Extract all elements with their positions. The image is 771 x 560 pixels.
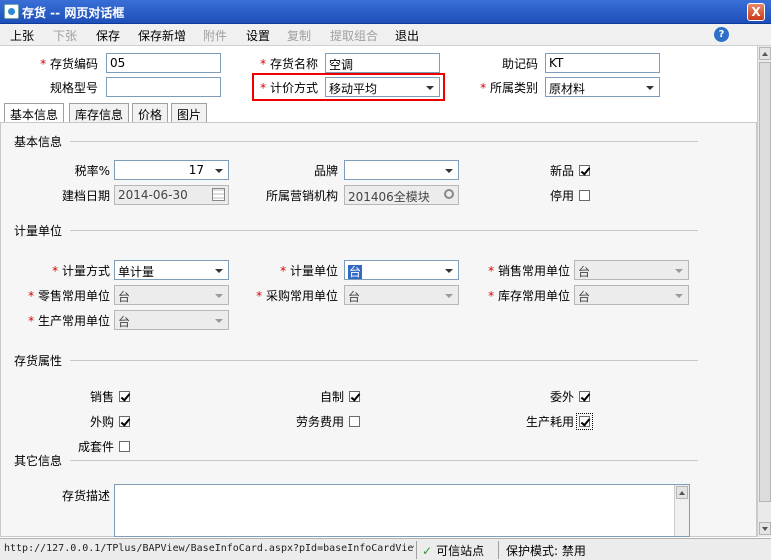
- category-select[interactable]: 原材料: [545, 77, 660, 97]
- chevron-down-icon: [215, 319, 223, 323]
- unit-label: * 计量单位: [280, 264, 338, 278]
- tax-select[interactable]: 17: [114, 160, 229, 180]
- chevron-down-icon: [215, 269, 223, 273]
- mnemonic-input[interactable]: KT: [545, 53, 660, 73]
- brand-select[interactable]: [344, 160, 459, 180]
- spec-input[interactable]: [106, 77, 221, 97]
- org-input[interactable]: 201406全模块: [344, 185, 459, 205]
- sale-unit-select[interactable]: 台: [574, 260, 689, 280]
- production-unit-select[interactable]: 台: [114, 310, 229, 330]
- mnemonic-label: 助记码: [501, 57, 538, 71]
- scroll-thumb[interactable]: [759, 62, 771, 502]
- toolbar: 上张 下张 保存 保存新增 附件 设置 复制 提取组合 退出 ?: [0, 24, 771, 46]
- spec-label: 规格型号: [49, 81, 98, 95]
- date-input[interactable]: 2014-06-30: [114, 185, 229, 205]
- brand-label: 品牌: [313, 164, 338, 178]
- tax-label: 税率%: [74, 164, 110, 178]
- desc-label: 存货描述: [61, 489, 110, 503]
- sale-unit-label: * 销售常用单位: [488, 264, 570, 278]
- chevron-down-icon: [646, 86, 654, 90]
- purchase-unit-select[interactable]: 台: [344, 285, 459, 305]
- chevron-down-icon: [675, 269, 683, 273]
- attr-service-checkbox[interactable]: [349, 416, 360, 427]
- save-new-button[interactable]: 保存新增: [138, 27, 186, 44]
- attr-service-label: 劳务费用: [295, 415, 344, 429]
- attachment-button[interactable]: 附件: [203, 27, 227, 44]
- copy-button[interactable]: 复制: [287, 27, 311, 44]
- close-button[interactable]: X: [747, 3, 765, 21]
- highlight-box: [252, 73, 445, 101]
- attr-outsource-label: 委外: [549, 390, 574, 404]
- date-label: 建档日期: [61, 189, 110, 203]
- purchase-unit-label: * 采购常用单位: [256, 289, 338, 303]
- stock-unit-select[interactable]: 台: [574, 285, 689, 305]
- attr-kit-checkbox[interactable]: [119, 441, 130, 452]
- attr-selfmade-label: 自制: [319, 390, 344, 404]
- code-input[interactable]: 05: [106, 53, 221, 73]
- section-attrs: 存货属性: [14, 354, 63, 368]
- attr-sale-checkbox[interactable]: [119, 391, 130, 402]
- scroll-up-icon[interactable]: [759, 47, 771, 60]
- new-checkbox[interactable]: [579, 165, 590, 176]
- method-select[interactable]: 单计量: [114, 260, 229, 280]
- attr-selfmade-checkbox[interactable]: [349, 391, 360, 402]
- chevron-down-icon: [215, 169, 223, 173]
- attr-purchase-checkbox[interactable]: [119, 416, 130, 427]
- desc-scrollbar[interactable]: [674, 485, 689, 536]
- scroll-down-icon[interactable]: [759, 522, 771, 535]
- retail-unit-label: * 零售常用单位: [28, 289, 110, 303]
- retail-unit-select[interactable]: 台: [114, 285, 229, 305]
- extract-combo-button[interactable]: 提取组合: [330, 27, 378, 44]
- chevron-down-icon: [215, 294, 223, 298]
- window-title: 存货 -- 网页对话框: [22, 6, 125, 20]
- protected-mode: 保护模式: 禁用: [506, 544, 586, 558]
- attr-outsource-checkbox[interactable]: [579, 391, 590, 402]
- scroll-up-icon[interactable]: [676, 486, 688, 499]
- next-button[interactable]: 下张: [53, 27, 77, 44]
- name-label: * 存货名称: [260, 57, 318, 71]
- security-zone: ✓ 可信站点: [422, 544, 485, 558]
- stop-label: 停用: [549, 189, 574, 203]
- settings-button[interactable]: 设置: [246, 27, 270, 44]
- tab-basic[interactable]: 基本信息: [4, 103, 65, 124]
- chevron-down-icon: [675, 294, 683, 298]
- status-url: http://127.0.0.1/TPlus/BAPView/BaseInfoC…: [4, 543, 414, 554]
- chevron-down-icon: [445, 269, 453, 273]
- name-input[interactable]: 空调: [325, 53, 440, 73]
- unit-select[interactable]: 台: [344, 260, 459, 280]
- exit-button[interactable]: 退出: [395, 27, 419, 44]
- chevron-down-icon: [445, 294, 453, 298]
- tab-image[interactable]: 图片: [171, 103, 208, 123]
- stop-checkbox[interactable]: [579, 190, 590, 201]
- attr-sale-label: 销售: [89, 390, 114, 404]
- desc-textarea[interactable]: [114, 484, 690, 537]
- status-bar: http://127.0.0.1/TPlus/BAPView/BaseInfoC…: [0, 538, 771, 560]
- category-label: * 所属类别: [480, 81, 538, 95]
- prev-button[interactable]: 上张: [10, 27, 34, 44]
- calendar-icon[interactable]: [212, 188, 225, 201]
- tab-stock[interactable]: 库存信息: [69, 103, 130, 123]
- org-label: 所属营销机构: [265, 189, 338, 203]
- tab-strip: 基本信息 库存信息 价格 图片: [0, 103, 771, 124]
- attr-purchase-label: 外购: [89, 415, 114, 429]
- method-label: * 计量方式: [52, 264, 110, 278]
- stock-unit-label: * 库存常用单位: [488, 289, 570, 303]
- chevron-down-icon: [445, 169, 453, 173]
- section-other: 其它信息: [14, 454, 63, 468]
- save-button[interactable]: 保存: [96, 27, 120, 44]
- code-label: * 存货编码: [40, 57, 98, 71]
- section-unit: 计量单位: [14, 224, 63, 238]
- ie-page-icon: [4, 4, 19, 19]
- attr-consume-checkbox[interactable]: [576, 413, 593, 430]
- check-icon: ✓: [422, 544, 433, 558]
- search-icon[interactable]: [444, 189, 454, 199]
- tab-price[interactable]: 价格: [132, 103, 169, 123]
- new-label: 新品: [549, 164, 574, 178]
- vertical-scrollbar[interactable]: [757, 46, 771, 537]
- help-icon[interactable]: ?: [714, 27, 729, 42]
- production-unit-label: * 生产常用单位: [28, 314, 110, 328]
- attr-consume-label: 生产耗用: [525, 415, 574, 429]
- title-bar: 存货 -- 网页对话框: [0, 0, 771, 24]
- section-basic: 基本信息: [14, 135, 63, 149]
